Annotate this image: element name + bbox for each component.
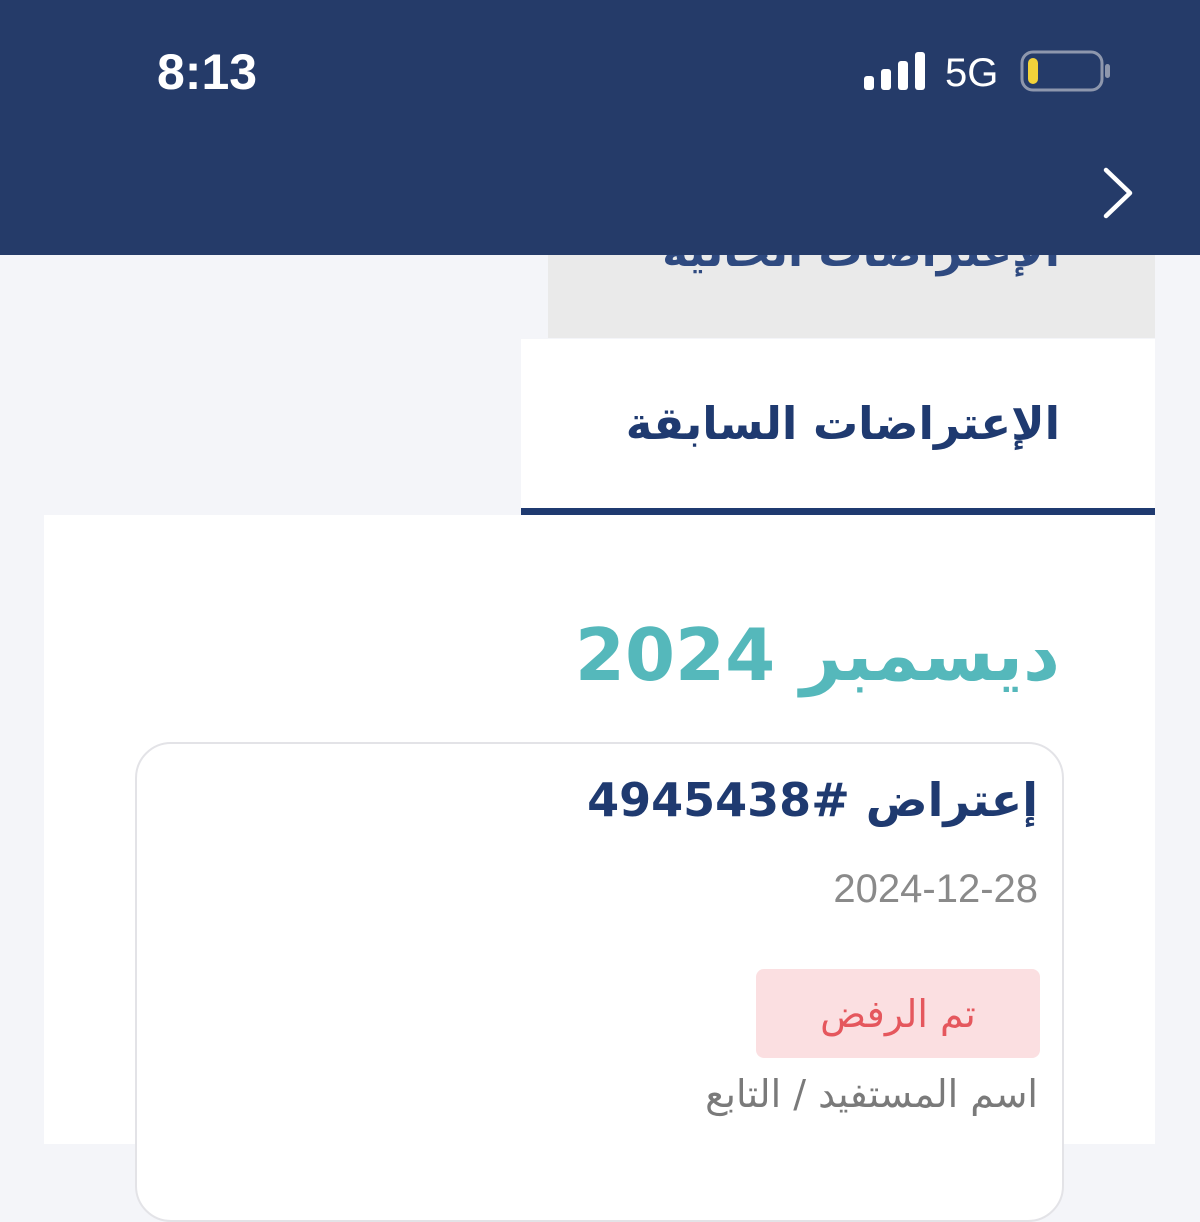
status-badge-label: تم الرفض xyxy=(820,991,976,1036)
objections-panel: ديسمبر 2024 إعتراض #4945438 2024-12-28 ت… xyxy=(44,515,1155,1222)
objection-date: 2024-12-28 xyxy=(833,867,1038,911)
tab-previous-objections-label: الإعتراضات السابقة xyxy=(625,397,1060,450)
tab-current-objections[interactable]: الإعتراضات الحالية xyxy=(548,255,1155,338)
tab-current-objections-label: الإعتراضات الحالية xyxy=(662,255,1060,287)
network-type: 5G xyxy=(945,51,999,95)
status-badge: تم الرفض xyxy=(756,969,1040,1058)
tab-previous-objections[interactable]: الإعتراضات السابقة xyxy=(521,339,1155,515)
chevron-right-icon[interactable] xyxy=(1096,162,1140,224)
beneficiary-label: اسم المستفيد / التابع xyxy=(705,1072,1038,1116)
app-header: 8:13 5G xyxy=(0,0,1200,255)
objection-title: إعتراض #4945438 xyxy=(587,773,1038,827)
status-time: 8:13 xyxy=(157,44,258,100)
objection-card[interactable]: إعتراض #4945438 2024-12-28 تم الرفض اسم … xyxy=(135,742,1064,1222)
month-heading: ديسمبر 2024 xyxy=(574,613,1060,697)
battery-low-icon xyxy=(1020,50,1110,92)
signal-bars-icon xyxy=(864,52,925,90)
